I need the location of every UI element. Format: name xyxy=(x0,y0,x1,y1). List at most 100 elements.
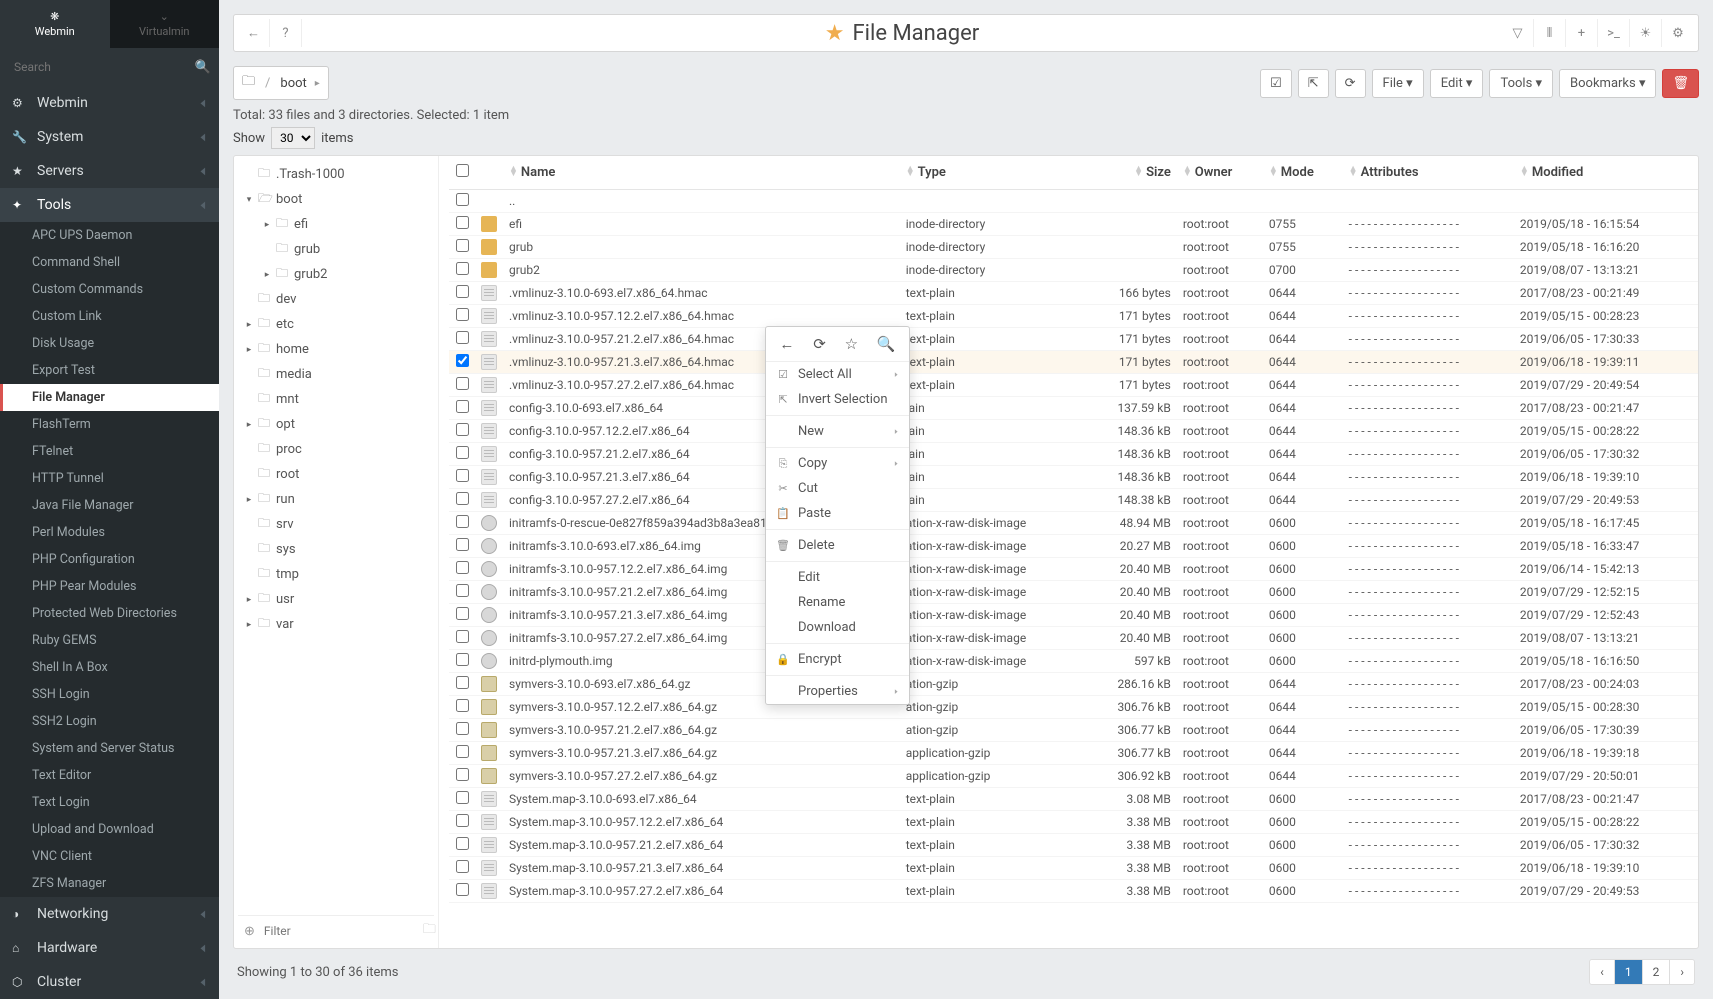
tree-node[interactable]: ▸🗀usr xyxy=(238,587,434,612)
row-checkbox[interactable] xyxy=(456,469,469,482)
tree-twisty[interactable]: ▸ xyxy=(244,420,254,430)
menu-cat-servers[interactable]: ★Servers◀ xyxy=(0,154,219,188)
tree-node[interactable]: ▸🗀grub2 xyxy=(238,262,434,287)
table-row[interactable]: initramfs-3.10.0-957.21.2.el7.x86_64.img… xyxy=(449,581,1698,604)
row-checkbox[interactable] xyxy=(456,285,469,298)
table-row[interactable]: initrd-plymouth.imgation-x-raw-disk-imag… xyxy=(449,650,1698,673)
row-checkbox[interactable] xyxy=(456,239,469,252)
page-size-select[interactable]: 30 xyxy=(271,127,315,149)
row-checkbox[interactable] xyxy=(456,584,469,597)
tree-node[interactable]: 🗀dev xyxy=(238,287,434,312)
row-checkbox[interactable] xyxy=(456,538,469,551)
tree-twisty[interactable]: ▸ xyxy=(244,620,254,630)
table-row[interactable]: symvers-3.10.0-957.21.3.el7.x86_64.gzapp… xyxy=(449,742,1698,765)
row-checkbox[interactable] xyxy=(456,515,469,528)
ctx-search-icon[interactable]: 🔍 xyxy=(877,335,896,353)
select-all-checkbox[interactable] xyxy=(456,164,469,177)
row-checkbox[interactable] xyxy=(456,653,469,666)
ctx-cut[interactable]: ✂Cut xyxy=(766,476,909,501)
page-next[interactable]: › xyxy=(1670,960,1694,984)
tree-node[interactable]: 🗀root xyxy=(238,462,434,487)
ctx-download[interactable]: Download xyxy=(766,615,909,640)
sidebar-item-flashterm[interactable]: FlashTerm xyxy=(0,411,219,438)
tree-node[interactable]: 🗀tmp xyxy=(238,562,434,587)
tree-add-button[interactable]: ⊕ xyxy=(238,924,261,939)
table-row[interactable]: symvers-3.10.0-957.21.2.el7.x86_64.gzati… xyxy=(449,719,1698,742)
tree-twisty[interactable]: ▸ xyxy=(244,320,254,330)
tree-twisty[interactable]: ▾ xyxy=(244,195,254,205)
table-row[interactable]: symvers-3.10.0-957.27.2.el7.x86_64.gzapp… xyxy=(449,765,1698,788)
ctx-refresh-icon[interactable]: ⟳ xyxy=(813,335,826,353)
page-prev[interactable]: ‹ xyxy=(1590,960,1615,984)
tree-node[interactable]: 🗀.Trash-1000 xyxy=(238,162,434,187)
tree-node[interactable]: ▾🗁boot xyxy=(238,187,434,212)
columns-icon[interactable]: ⦀ xyxy=(1534,19,1566,47)
tree-node[interactable]: ▸🗀var xyxy=(238,612,434,637)
plus-icon[interactable]: + xyxy=(1566,19,1598,47)
menu-cat-hardware[interactable]: ⌂Hardware◀ xyxy=(0,931,219,965)
row-checkbox[interactable] xyxy=(456,262,469,275)
tree-twisty[interactable]: ▸ xyxy=(244,595,254,605)
ctx-edit[interactable]: Edit xyxy=(766,565,909,590)
table-row[interactable]: System.map-3.10.0-957.27.2.el7.x86_64tex… xyxy=(449,880,1698,903)
row-checkbox[interactable] xyxy=(456,883,469,896)
table-row[interactable]: symvers-3.10.0-693.el7.x86_64.gzation-gz… xyxy=(449,673,1698,696)
table-row[interactable]: config-3.10.0-957.21.2.el7.x86_64lain148… xyxy=(449,443,1698,466)
row-checkbox[interactable] xyxy=(456,377,469,390)
table-row[interactable]: .vmlinuz-3.10.0-957.12.2.el7.x86_64.hmac… xyxy=(449,305,1698,328)
row-checkbox[interactable] xyxy=(456,400,469,413)
sidebar-item-vnc-client[interactable]: VNC Client xyxy=(0,843,219,870)
tree-twisty[interactable]: ▸ xyxy=(244,345,254,355)
tree-node[interactable]: 🗀sys xyxy=(238,537,434,562)
sidebar-item-ftelnet[interactable]: FTelnet xyxy=(0,438,219,465)
table-row[interactable]: config-3.10.0-957.27.2.el7.x86_64lain148… xyxy=(449,489,1698,512)
table-row[interactable]: config-3.10.0-957.21.3.el7.x86_64lain148… xyxy=(449,466,1698,489)
row-checkbox[interactable] xyxy=(456,423,469,436)
sidebar-item-php-pear-modules[interactable]: PHP Pear Modules xyxy=(0,573,219,600)
light-icon[interactable]: ☀ xyxy=(1630,19,1662,47)
select-button[interactable]: ☑ xyxy=(1260,69,1292,98)
ctx-back-icon[interactable]: ← xyxy=(779,335,794,353)
sidebar-item-php-configuration[interactable]: PHP Configuration xyxy=(0,546,219,573)
sidebar-item-perl-modules[interactable]: Perl Modules xyxy=(0,519,219,546)
row-checkbox[interactable] xyxy=(456,607,469,620)
tab-virtualmin[interactable]: ⌄ Virtualmin xyxy=(110,0,220,48)
row-checkbox[interactable] xyxy=(456,193,469,206)
ctx-star-icon[interactable]: ☆ xyxy=(845,335,858,353)
table-row[interactable]: initramfs-3.10.0-693.el7.x86_64.imgation… xyxy=(449,535,1698,558)
table-row[interactable]: initramfs-3.10.0-957.12.2.el7.x86_64.img… xyxy=(449,558,1698,581)
table-row[interactable]: config-3.10.0-693.el7.x86_64lain137.59 k… xyxy=(449,397,1698,420)
gear-icon[interactable]: ⚙ xyxy=(1662,19,1694,47)
ctx-delete[interactable]: 🗑Delete xyxy=(766,533,909,558)
sidebar-item-command-shell[interactable]: Command Shell xyxy=(0,249,219,276)
table-row[interactable]: .vmlinuz-3.10.0-957.27.2.el7.x86_64.hmac… xyxy=(449,374,1698,397)
tab-webmin[interactable]: ❋ Webmin xyxy=(0,0,110,48)
sidebar-item-export-test[interactable]: Export Test xyxy=(0,357,219,384)
menu-cat-networking[interactable]: ◑Networking◀ xyxy=(0,897,219,931)
menu-cat-cluster[interactable]: ⬡Cluster◀ xyxy=(0,965,219,999)
page-2[interactable]: 2 xyxy=(1643,960,1671,984)
tree-node[interactable]: ▸🗀run xyxy=(238,487,434,512)
ctx-paste[interactable]: 📋Paste xyxy=(766,501,909,526)
table-row[interactable]: initramfs-3.10.0-957.27.2.el7.x86_64.img… xyxy=(449,627,1698,650)
row-checkbox[interactable] xyxy=(456,699,469,712)
tree-node[interactable]: 🗀proc xyxy=(238,437,434,462)
sidebar-item-file-manager[interactable]: File Manager xyxy=(0,384,219,411)
table-row[interactable]: .vmlinuz-3.10.0-957.21.3.el7.x86_64.hmac… xyxy=(449,351,1698,374)
sidebar-item-http-tunnel[interactable]: HTTP Tunnel xyxy=(0,465,219,492)
sidebar-item-apc-ups-daemon[interactable]: APC UPS Daemon xyxy=(0,222,219,249)
row-checkbox[interactable] xyxy=(456,745,469,758)
ctx-rename[interactable]: Rename xyxy=(766,590,909,615)
row-checkbox[interactable] xyxy=(456,791,469,804)
bookmarks-menu[interactable]: Bookmarks ▾ xyxy=(1559,69,1656,98)
sidebar-item-ssh2-login[interactable]: SSH2 Login xyxy=(0,708,219,735)
row-checkbox[interactable] xyxy=(456,446,469,459)
file-menu[interactable]: File ▾ xyxy=(1372,69,1424,98)
tree-node[interactable]: 🗀mnt xyxy=(238,387,434,412)
tree-node[interactable]: 🗀grub xyxy=(238,237,434,262)
table-row[interactable]: System.map-3.10.0-957.21.3.el7.x86_64tex… xyxy=(449,857,1698,880)
breadcrumb[interactable]: 🗀 / boot ▸ xyxy=(233,66,329,100)
row-checkbox[interactable] xyxy=(456,216,469,229)
tree-node[interactable]: ▸🗀efi xyxy=(238,212,434,237)
row-checkbox[interactable] xyxy=(456,561,469,574)
